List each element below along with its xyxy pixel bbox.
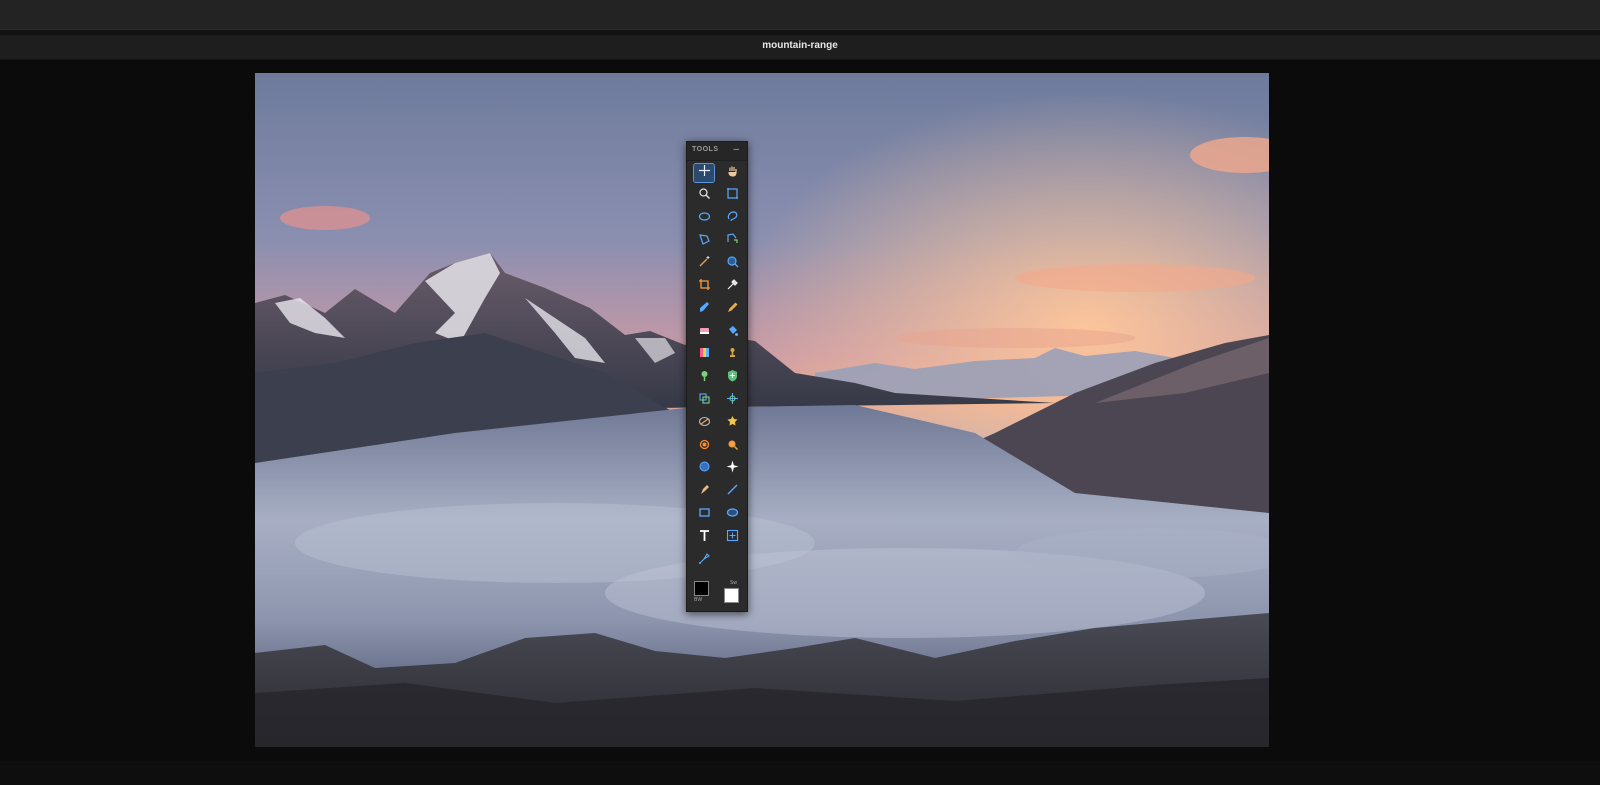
tool-healing[interactable] — [693, 368, 715, 388]
tool-brush[interactable] — [693, 300, 715, 320]
paint-bucket-icon — [726, 324, 739, 342]
tool-eraser[interactable] — [693, 323, 715, 343]
quick-select-icon — [726, 255, 739, 273]
tool-pencil[interactable] — [721, 300, 743, 320]
hand-icon — [726, 164, 739, 182]
smudge-icon — [698, 483, 711, 501]
pen-icon — [698, 552, 711, 570]
minimize-button[interactable]: – — [733, 144, 739, 155]
magnetic-lasso-icon — [726, 232, 739, 250]
tool-clone-stamp[interactable] — [721, 345, 743, 365]
tool-quick-select[interactable] — [721, 254, 743, 274]
pencil-icon — [726, 301, 739, 319]
tool-ellipse-select[interactable] — [693, 209, 715, 229]
sparkle-icon — [726, 460, 739, 478]
sharpen-icon — [726, 415, 739, 433]
top-menu-bar — [0, 0, 1600, 30]
tool-sharpen[interactable] — [721, 414, 743, 434]
tool-ellipse[interactable] — [721, 505, 743, 525]
line-icon — [726, 483, 739, 501]
zoom-icon — [698, 187, 711, 205]
ellipse-icon — [726, 506, 739, 524]
tool-patch[interactable] — [721, 368, 743, 388]
move-icon — [698, 164, 711, 182]
tool-burn[interactable] — [721, 437, 743, 457]
transform-icon — [698, 392, 711, 410]
tool-gradient[interactable] — [693, 345, 715, 365]
burn-icon — [726, 438, 739, 456]
eyedropper-icon — [726, 278, 739, 296]
ellipse-select-icon — [698, 210, 711, 228]
brush-icon — [698, 301, 711, 319]
dodge-icon — [698, 438, 711, 456]
tool-eyedropper[interactable] — [721, 277, 743, 297]
tool-blur[interactable] — [693, 414, 715, 434]
document-title[interactable]: mountain-range — [0, 40, 1600, 51]
canvas-image[interactable] — [255, 73, 1269, 747]
rect-select-icon — [726, 187, 739, 205]
lasso-icon — [726, 210, 739, 228]
tool-magnetic-lasso[interactable] — [721, 231, 743, 251]
tool-pen[interactable] — [693, 551, 715, 571]
tool-sparkle[interactable] — [721, 459, 743, 479]
artboard-icon — [726, 529, 739, 547]
sponge-icon — [698, 460, 711, 478]
tools-panel-header[interactable]: TOOLS – — [687, 142, 747, 161]
tool-hand[interactable] — [721, 163, 743, 183]
perspective-icon — [726, 392, 739, 410]
gradient-icon — [698, 346, 711, 364]
rectangle-icon — [698, 506, 711, 524]
clone-stamp-icon — [726, 346, 739, 364]
tools-panel: TOOLS – BW Sw — [686, 141, 748, 612]
tool-rectangle[interactable] — [693, 505, 715, 525]
patch-icon — [726, 369, 739, 387]
healing-icon — [698, 369, 711, 387]
text-icon — [698, 529, 711, 547]
tool-zoom[interactable] — [693, 186, 715, 206]
tool-dodge[interactable] — [693, 437, 715, 457]
tool-paint-bucket[interactable] — [721, 323, 743, 343]
tool-smudge[interactable] — [693, 482, 715, 502]
blur-icon — [698, 415, 711, 433]
tool-polygon-lasso[interactable] — [693, 231, 715, 251]
foreground-color-swatch[interactable] — [694, 581, 709, 596]
swap-colors-label[interactable]: Sw — [730, 580, 737, 586]
polygon-lasso-icon — [698, 232, 711, 250]
tool-move[interactable] — [693, 163, 715, 183]
tool-sponge[interactable] — [693, 459, 715, 479]
tool-perspective[interactable] — [721, 391, 743, 411]
tool-line[interactable] — [721, 482, 743, 502]
tool-rect-select[interactable] — [721, 186, 743, 206]
tool-text[interactable] — [693, 528, 715, 548]
tool-transform[interactable] — [693, 391, 715, 411]
background-color-swatch[interactable] — [724, 588, 739, 603]
tools-panel-title: TOOLS — [692, 146, 719, 153]
tool-magic-wand[interactable] — [693, 254, 715, 274]
document-tab-bar: mountain-range — [0, 35, 1600, 60]
magic-wand-icon — [698, 255, 711, 273]
tool-crop[interactable] — [693, 277, 715, 297]
crop-icon — [698, 278, 711, 296]
mountain-photo — [255, 73, 1269, 747]
eraser-icon — [698, 324, 711, 342]
tool-lasso[interactable] — [721, 209, 743, 229]
default-colors-label[interactable]: BW — [694, 597, 702, 603]
tool-artboard[interactable] — [721, 528, 743, 548]
